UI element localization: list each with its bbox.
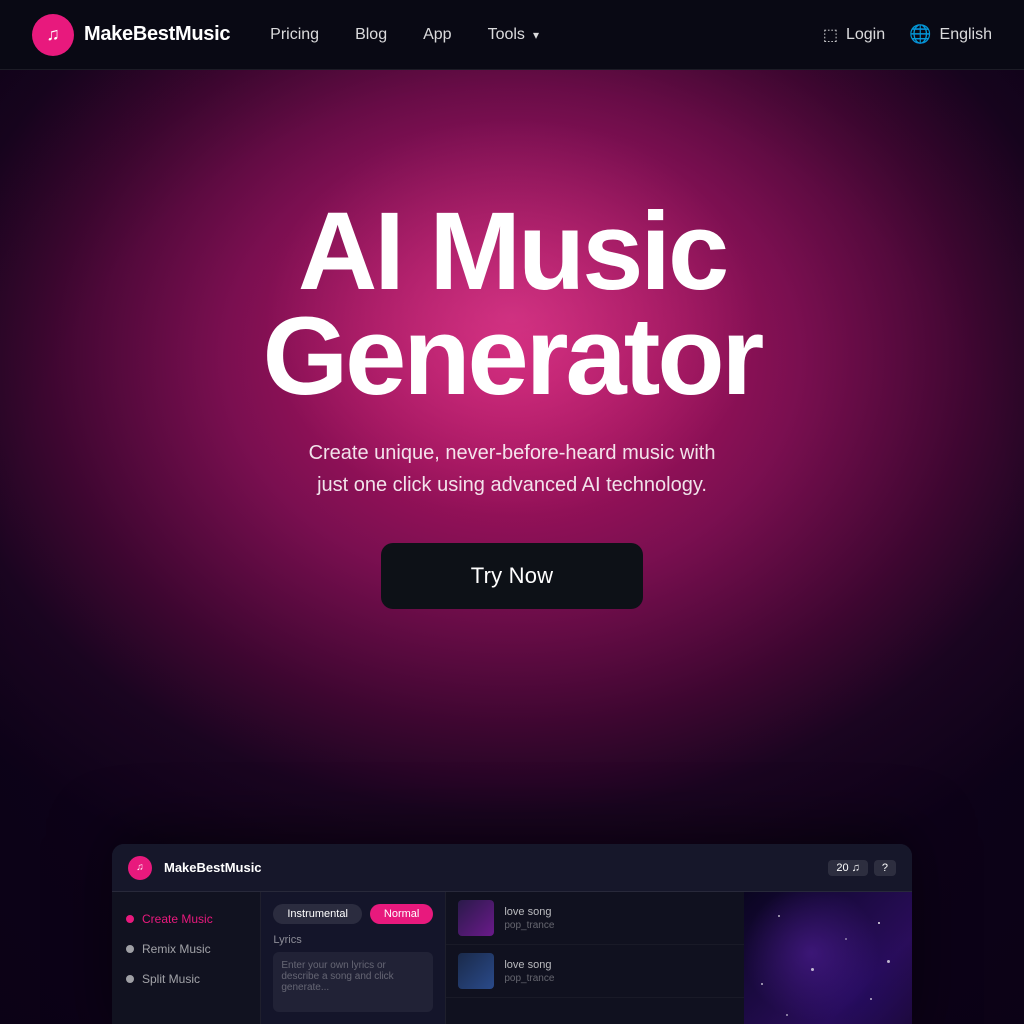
- logo-text: MakeBestMusic: [84, 23, 230, 46]
- nav-tools-label: Tools: [488, 26, 525, 44]
- sidebar-dot-icon: [126, 945, 134, 953]
- track-name-2: love song: [504, 959, 732, 971]
- app-body: Create Music Remix Music Split Music Ins…: [112, 892, 912, 1024]
- sidebar-remix-music[interactable]: Remix Music: [112, 934, 260, 964]
- track-genre-2: pop_trance: [504, 973, 732, 984]
- sidebar-remix-label: Remix Music: [142, 942, 211, 956]
- logo-link[interactable]: ♫ MakeBestMusic: [32, 14, 230, 56]
- app-image-preview: [744, 892, 912, 1024]
- nav-app[interactable]: App: [423, 26, 451, 44]
- app-preview-header: ♫ MakeBestMusic 20 ♫ ?: [112, 844, 912, 892]
- stars-decoration: [744, 892, 912, 1024]
- sidebar-split-label: Split Music: [142, 972, 200, 986]
- chevron-down-icon: ▾: [533, 28, 539, 42]
- login-label: Login: [846, 26, 885, 44]
- app-mode-controls: Instrumental Normal: [273, 904, 433, 924]
- app-logo-small: ♫: [128, 856, 152, 880]
- logo-icon: ♫: [32, 14, 74, 56]
- nav-tools-dropdown[interactable]: Tools ▾: [488, 26, 539, 44]
- app-badges: 20 ♫ ?: [828, 860, 896, 876]
- language-selector[interactable]: 🌐 English: [909, 24, 992, 45]
- navbar: ♫ MakeBestMusic Pricing Blog App Tools ▾…: [0, 0, 1024, 70]
- globe-icon: 🌐: [909, 24, 931, 45]
- app-preview: ♫ MakeBestMusic 20 ♫ ? Create Music Remi…: [112, 844, 912, 1024]
- lyrics-placeholder: Enter your own lyrics or describe a song…: [281, 960, 393, 993]
- hero-subtitle: Create unique, never-before-heard music …: [302, 437, 722, 501]
- hero-content: AI Music Generator Create unique, never-…: [0, 70, 1024, 609]
- hero-section: AI Music Generator Create unique, never-…: [0, 70, 1024, 1024]
- track-info-1: love song pop_trance: [504, 906, 732, 931]
- track-item-1: love song pop_trance: [446, 892, 744, 945]
- track-name-1: love song: [504, 906, 732, 918]
- nav-pricing[interactable]: Pricing: [270, 26, 319, 44]
- lang-label: English: [940, 26, 992, 44]
- nav-blog[interactable]: Blog: [355, 26, 387, 44]
- sidebar-split-music[interactable]: Split Music: [112, 964, 260, 994]
- nav-right: ⬚ Login 🌐 English: [823, 24, 992, 45]
- sidebar-dot-icon: [126, 975, 134, 983]
- lyrics-textarea[interactable]: Enter your own lyrics or describe a song…: [273, 952, 433, 1012]
- try-now-button[interactable]: Try Now: [381, 543, 643, 609]
- app-main-panel: Instrumental Normal Lyrics Enter your ow…: [261, 892, 445, 1024]
- instrumental-button[interactable]: Instrumental: [273, 904, 362, 924]
- app-sidebar: Create Music Remix Music Split Music: [112, 892, 261, 1024]
- hero-title: AI Music Generator: [263, 200, 762, 409]
- track-thumbnail-1: [458, 900, 494, 936]
- app-tracks-panel: love song pop_trance love song pop_tranc…: [445, 892, 744, 1024]
- lyrics-label: Lyrics: [273, 934, 433, 946]
- app-title-small: MakeBestMusic: [164, 860, 816, 875]
- sidebar-create-music[interactable]: Create Music: [112, 904, 260, 934]
- track-info-2: love song pop_trance: [504, 959, 732, 984]
- login-button[interactable]: ⬚ Login: [823, 25, 885, 45]
- track-item-2: love song pop_trance: [446, 945, 744, 998]
- normal-button[interactable]: Normal: [370, 904, 433, 924]
- login-icon: ⬚: [823, 25, 838, 45]
- sidebar-create-label: Create Music: [142, 912, 213, 926]
- app-badge-help: ?: [874, 860, 896, 876]
- hero-title-line2: Generator: [263, 295, 762, 418]
- sidebar-dot-icon: [126, 915, 134, 923]
- track-genre-1: pop_trance: [504, 920, 732, 931]
- nav-links: Pricing Blog App Tools ▾: [270, 26, 823, 44]
- track-thumbnail-2: [458, 953, 494, 989]
- app-badge-credits: 20 ♫: [828, 860, 868, 876]
